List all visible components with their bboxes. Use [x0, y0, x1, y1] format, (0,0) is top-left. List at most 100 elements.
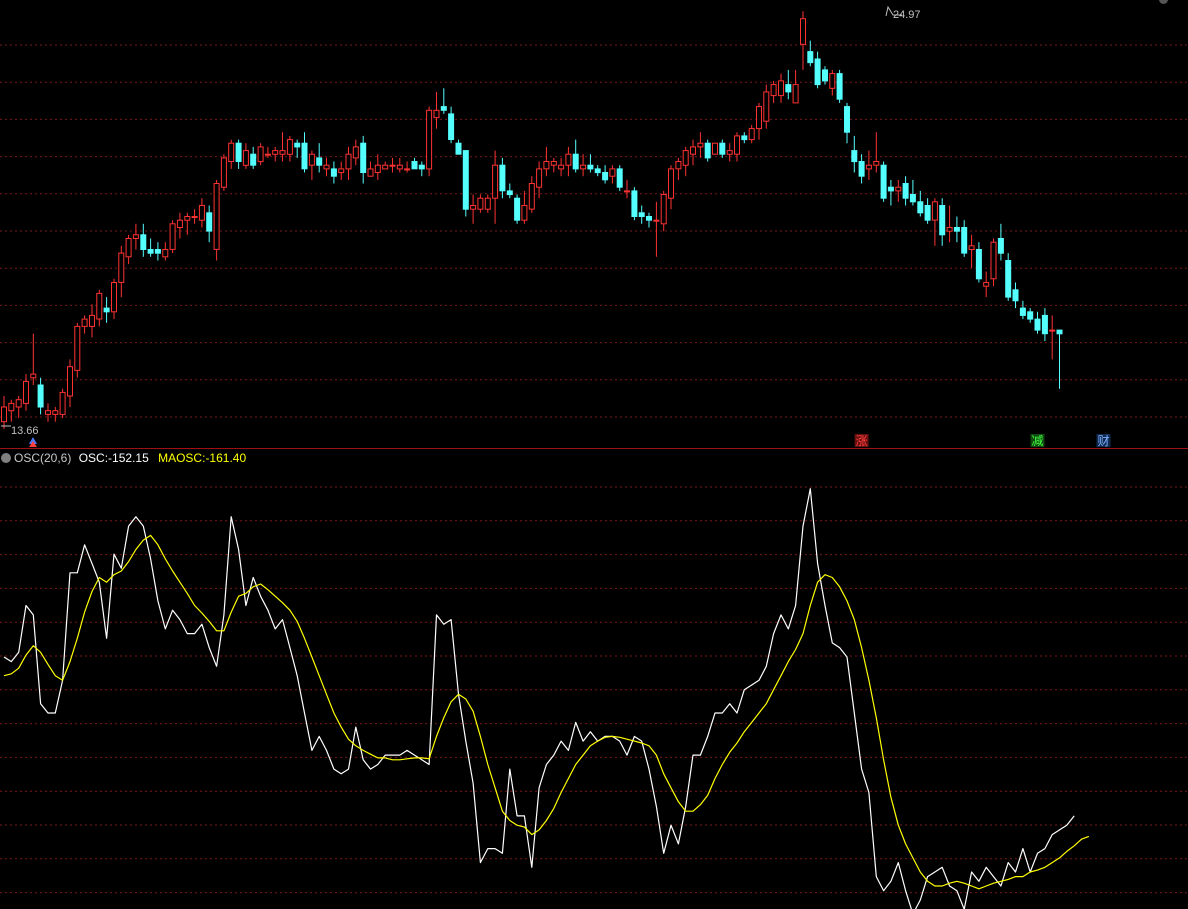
candle-body — [1, 406, 7, 423]
candle — [147, 238, 154, 257]
maosc-label: MAOSC: — [158, 451, 206, 465]
candle — [653, 201, 660, 257]
candle — [697, 132, 704, 158]
candle-body — [345, 153, 352, 170]
candle-body — [382, 164, 389, 170]
price-grid — [0, 44, 1188, 418]
candle-body — [792, 84, 799, 104]
candle — [521, 190, 528, 224]
candle — [67, 359, 73, 407]
candle — [374, 154, 381, 180]
event-marker[interactable]: 减 — [1030, 434, 1045, 448]
candle-body — [1034, 318, 1041, 331]
candle-body — [953, 227, 960, 232]
event-marker[interactable]: 涨 — [854, 433, 869, 448]
candle-body — [191, 216, 198, 218]
candle-body — [176, 219, 183, 228]
candle-body — [30, 373, 37, 379]
candle — [543, 146, 550, 177]
candle — [206, 205, 213, 243]
osc-value: -152.15 — [108, 451, 149, 465]
candle — [997, 223, 1004, 261]
candle — [1019, 300, 1026, 320]
candle — [800, 11, 806, 70]
candle — [213, 179, 220, 261]
candle — [30, 333, 37, 385]
candle-body — [756, 106, 762, 130]
candle — [631, 187, 638, 221]
candle-body — [220, 157, 227, 188]
candle-body — [440, 106, 447, 111]
candle-body — [748, 128, 755, 141]
candle-body — [697, 142, 704, 148]
candle-body — [213, 183, 220, 250]
candle-body — [616, 168, 623, 188]
candle — [8, 399, 15, 422]
candle — [770, 80, 777, 103]
candle-body — [550, 161, 557, 166]
candle-body — [154, 249, 161, 254]
candle — [499, 157, 506, 199]
candle-body — [330, 168, 337, 177]
candle — [162, 242, 169, 261]
candle-body — [638, 212, 645, 218]
candle-body — [81, 318, 88, 327]
candle — [360, 135, 367, 184]
settings-icon[interactable] — [1, 453, 11, 463]
candle-body — [169, 223, 176, 250]
candle — [15, 396, 22, 418]
candle — [294, 139, 301, 158]
candle — [418, 161, 425, 177]
candle-body — [52, 410, 59, 415]
indicator-name: OSC(20,6) — [14, 451, 72, 465]
candle-body — [836, 73, 843, 100]
candle-body — [902, 183, 909, 199]
candle-body — [822, 69, 828, 82]
candle — [455, 139, 462, 155]
candle — [851, 135, 858, 173]
candle-body — [279, 150, 286, 155]
candle-body — [59, 391, 66, 415]
candle-body — [975, 249, 982, 280]
candle-body — [858, 161, 865, 177]
candle-body — [1019, 307, 1026, 316]
candle — [675, 157, 682, 180]
candle — [440, 88, 447, 114]
candle-body — [829, 73, 836, 89]
candle — [411, 157, 418, 170]
candle — [242, 143, 249, 169]
candle — [316, 143, 323, 173]
candle-body — [1056, 329, 1063, 335]
candle-body — [338, 168, 345, 174]
candle — [873, 132, 880, 173]
candle-body — [264, 153, 271, 156]
candle — [59, 388, 66, 418]
candle-body — [602, 172, 609, 181]
candle-body — [1049, 329, 1056, 332]
candle-body — [455, 142, 462, 155]
candle — [132, 223, 139, 250]
event-marker[interactable]: 财 — [1096, 434, 1111, 448]
candle-body — [712, 142, 718, 155]
candle — [74, 322, 81, 378]
candle-body — [807, 51, 814, 64]
candle — [426, 106, 433, 177]
candle — [367, 161, 374, 177]
candle-body — [690, 146, 696, 155]
candle — [880, 161, 887, 202]
candle-body — [609, 168, 616, 177]
candle-body — [660, 194, 667, 225]
candle — [719, 139, 726, 158]
candle — [477, 194, 484, 213]
candle — [602, 165, 609, 184]
candle — [712, 142, 718, 155]
chart-window[interactable]: 24.97 13.66 涨 减 财 OSC(20,6) OSC:-152.15 MA… — [0, 0, 1188, 909]
candle — [345, 146, 352, 180]
candle-body — [323, 164, 330, 170]
event-marker-label: 涨 — [856, 433, 868, 448]
candle-body — [924, 205, 931, 221]
candle — [829, 69, 836, 96]
candle-body — [198, 205, 205, 221]
candle-body — [1012, 289, 1019, 302]
candle — [704, 139, 711, 162]
